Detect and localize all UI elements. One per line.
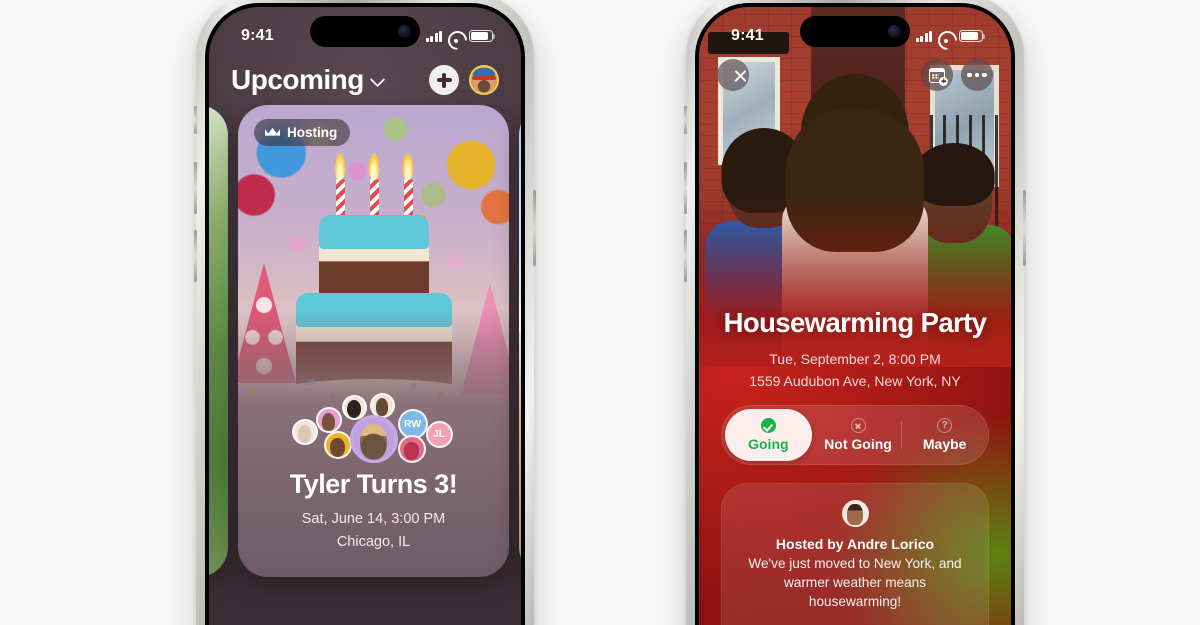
host-description-paragraph-1: We've just moved to New York, and warmer… bbox=[748, 556, 962, 609]
nav-bar-left: Upcoming bbox=[209, 53, 521, 107]
wifi-icon bbox=[938, 31, 953, 43]
event-title: Tyler Turns 3! bbox=[289, 469, 458, 499]
event-location: Chicago, IL bbox=[336, 533, 411, 550]
chevron-down-icon bbox=[371, 73, 385, 87]
frosting-drip bbox=[318, 215, 429, 261]
rsvp-option-not-going[interactable]: Not Going bbox=[815, 406, 902, 464]
volume-up-button-left-phone[interactable] bbox=[194, 162, 197, 214]
event-header-right: Housewarming Party Tue, September 2, 8:0… bbox=[699, 307, 1011, 392]
nav-actions-left bbox=[429, 65, 499, 95]
event-title: Housewarming Party bbox=[723, 307, 987, 338]
rsvp-going-label: Going bbox=[748, 436, 789, 452]
host-avatar-icon bbox=[841, 500, 869, 527]
dynamic-island-right bbox=[800, 16, 910, 47]
dynamic-island-left bbox=[310, 16, 420, 47]
event-card-text: Tyler Turns 3! Sat, June 14, 3:00 PM Chi… bbox=[238, 469, 509, 552]
cellular-signal-icon bbox=[915, 30, 932, 42]
attendee-avatar-cluster[interactable]: RW JL bbox=[274, 393, 474, 463]
more-dots-icon bbox=[967, 72, 987, 78]
phone-right: 9:41 Housewarming Party Tue, September 2… bbox=[684, 0, 1026, 625]
battery-icon bbox=[469, 30, 496, 42]
status-indicators-left bbox=[425, 30, 496, 43]
upcoming-filter-button[interactable]: Upcoming bbox=[231, 64, 385, 96]
phone-left: 9:41 Upcoming Hosting RW JL Tyler Turns … bbox=[194, 0, 536, 625]
event-card-previous[interactable] bbox=[209, 105, 228, 577]
mute-button-right-phone[interactable] bbox=[684, 106, 687, 134]
event-card-carousel[interactable]: Hosting RW JL Tyler Turns 3! Sat, June 1… bbox=[209, 105, 521, 625]
volume-up-button-right-phone[interactable] bbox=[684, 162, 687, 214]
photo-gradient-overlay bbox=[238, 309, 509, 405]
event-date: Tue, September 2, 8:00 PM bbox=[769, 351, 941, 367]
close-button[interactable] bbox=[717, 59, 749, 91]
attendee-avatar-primary[interactable] bbox=[349, 415, 398, 463]
rsvp-maybe-label: Maybe bbox=[922, 436, 967, 452]
status-time-left: 9:41 bbox=[241, 27, 274, 44]
status-time-right: 9:41 bbox=[731, 27, 764, 44]
volume-down-button-right-phone[interactable] bbox=[684, 230, 687, 282]
screen-left: 9:41 Upcoming Hosting RW JL Tyler Turns … bbox=[209, 7, 521, 625]
question-circle-icon: ? bbox=[937, 418, 953, 433]
host-name: Hosted by Andre Lorico bbox=[775, 536, 935, 552]
rsvp-not-going-label: Not Going bbox=[824, 436, 892, 452]
attendee-avatar[interactable] bbox=[291, 419, 318, 445]
hosting-badge: Hosting bbox=[254, 119, 351, 146]
plus-badge-icon bbox=[939, 76, 948, 86]
crown-icon bbox=[265, 127, 280, 138]
add-event-button[interactable] bbox=[429, 65, 459, 95]
next-card-photo bbox=[519, 105, 521, 577]
nav-actions-right bbox=[921, 59, 993, 91]
volume-down-button-left-phone[interactable] bbox=[194, 230, 197, 282]
attendee-avatar[interactable] bbox=[315, 407, 342, 433]
add-to-calendar-button[interactable] bbox=[921, 59, 953, 91]
previous-card-photo bbox=[209, 105, 228, 577]
phone-left-bezel: 9:41 Upcoming Hosting RW JL Tyler Turns … bbox=[205, 3, 525, 625]
attendee-avatar[interactable] bbox=[397, 435, 426, 463]
event-location: 1559 Audubon Ave, New York, NY bbox=[749, 373, 961, 390]
cake-top-tier bbox=[314, 213, 433, 301]
attendee-avatar[interactable] bbox=[323, 431, 352, 459]
host-details-card[interactable]: Hosted by Andre Lorico We've just moved … bbox=[721, 483, 989, 625]
hosting-badge-label: Hosting bbox=[287, 125, 338, 140]
page-title: Upcoming bbox=[231, 64, 364, 95]
check-circle-icon bbox=[760, 418, 776, 433]
wifi-icon bbox=[448, 31, 463, 43]
x-circle-icon bbox=[850, 418, 866, 433]
profile-avatar-button[interactable] bbox=[469, 65, 499, 95]
battery-icon bbox=[959, 30, 986, 42]
nav-bar-right bbox=[699, 53, 1011, 97]
phone-right-bezel: 9:41 Housewarming Party Tue, September 2… bbox=[695, 3, 1015, 625]
event-card-next[interactable] bbox=[519, 105, 521, 577]
status-indicators-right bbox=[915, 30, 986, 43]
calendar-add-icon bbox=[929, 67, 948, 86]
rsvp-segmented-control[interactable]: Going Not Going ? Maybe bbox=[721, 405, 989, 465]
cellular-signal-icon bbox=[425, 30, 442, 42]
birthday-cake-photo bbox=[238, 105, 509, 405]
screenshot-stage: 9:41 Upcoming Hosting RW JL Tyler Turns … bbox=[0, 0, 1200, 625]
profile-avatar-icon bbox=[471, 67, 497, 93]
attendee-avatar-initials[interactable]: JL bbox=[425, 421, 453, 448]
screen-right: 9:41 Housewarming Party Tue, September 2… bbox=[699, 7, 1011, 625]
event-card-tyler-turns-3[interactable]: Hosting RW JL Tyler Turns 3! Sat, June 1… bbox=[238, 105, 509, 577]
power-button-right-phone[interactable] bbox=[1023, 190, 1026, 266]
power-button-left-phone[interactable] bbox=[533, 190, 536, 266]
rsvp-option-going[interactable]: Going bbox=[725, 409, 812, 461]
event-date: Sat, June 14, 3:00 PM bbox=[301, 511, 446, 527]
more-options-button[interactable] bbox=[961, 59, 993, 91]
mute-button-left-phone[interactable] bbox=[194, 106, 197, 134]
rsvp-option-maybe[interactable]: ? Maybe bbox=[901, 406, 988, 464]
